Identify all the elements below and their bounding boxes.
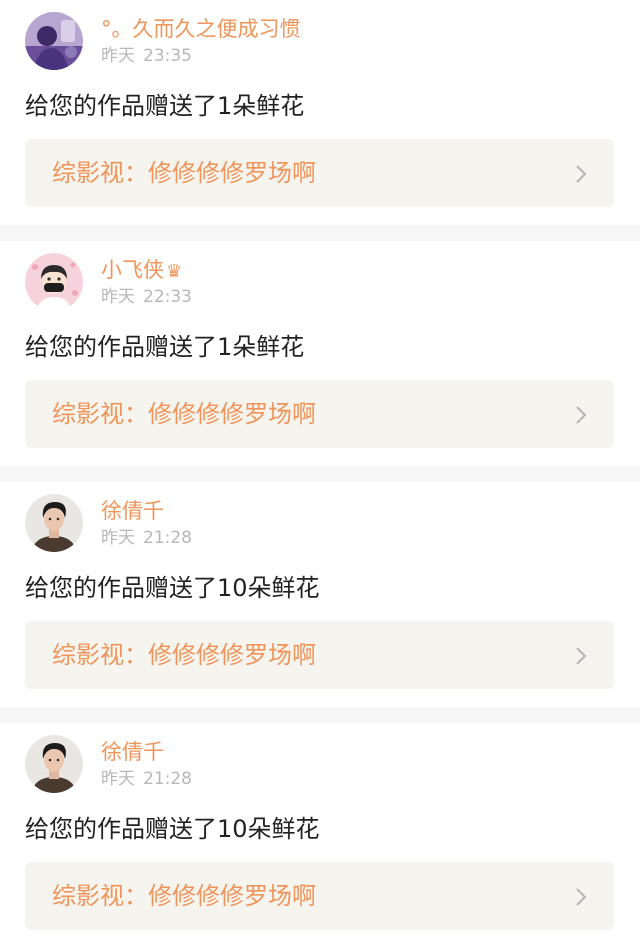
work-category: 综影视 <box>52 641 124 669</box>
gift-message: 给您的作品赠送了1朵鲜花 <box>25 333 305 361</box>
work-colon: ： <box>124 159 148 187</box>
card-divider <box>0 225 640 241</box>
avatar[interactable] <box>25 12 83 70</box>
timestamp-day: 昨天 <box>101 46 135 66</box>
work-text: 综影视：修修修修罗场啊 <box>52 157 316 189</box>
work-colon: ： <box>124 882 148 910</box>
card-divider <box>0 466 640 482</box>
work-colon: ： <box>124 400 148 428</box>
timestamp-time: 21:28 <box>143 769 192 789</box>
cartoon-masked-avatar-icon <box>25 253 83 311</box>
work-text: 综影视：修修修修罗场啊 <box>52 639 316 671</box>
work-title: 修修修修罗场啊 <box>148 641 316 669</box>
timestamp-day: 昨天 <box>101 769 135 789</box>
timestamp-time: 23:35 <box>143 46 192 66</box>
work-text: 综影视：修修修修罗场啊 <box>52 398 316 430</box>
work-category: 综影视 <box>52 400 124 428</box>
work-link[interactable]: 综影视：修修修修罗场啊 <box>25 380 614 448</box>
timestamp-time: 22:33 <box>143 287 192 307</box>
username[interactable]: 徐倩千 <box>101 497 166 525</box>
chevron-right-icon <box>576 888 587 906</box>
timestamp-day: 昨天 <box>101 287 135 307</box>
gift-message: 给您的作品赠送了10朵鲜花 <box>25 815 320 843</box>
username-text: 徐倩千 <box>101 740 164 764</box>
username[interactable]: °。久而久之便成习惯 <box>101 15 303 43</box>
notification-feed: °。久而久之便成习惯 昨天 23:35 给您的作品赠送了1朵鲜花 综影视：修修修修… <box>0 0 640 948</box>
work-category: 综影视 <box>52 882 124 910</box>
gift-message: 给您的作品赠送了10朵鲜花 <box>25 574 320 602</box>
username-text: 小飞侠 <box>101 258 164 282</box>
purple-photo-avatar-icon <box>25 12 83 70</box>
portrait-avatar-icon <box>25 735 83 793</box>
portrait-avatar-icon <box>25 494 83 552</box>
timestamp: 昨天 23:35 <box>101 45 192 67</box>
work-text: 综影视：修修修修罗场啊 <box>52 880 316 912</box>
notification-card: °。久而久之便成习惯 昨天 23:35 给您的作品赠送了1朵鲜花 综影视：修修修修… <box>0 0 640 225</box>
card-divider <box>0 707 640 723</box>
username[interactable]: 徐倩千 <box>101 738 166 766</box>
username-text: 徐倩千 <box>101 499 164 523</box>
work-category: 综影视 <box>52 159 124 187</box>
avatar[interactable] <box>25 494 83 552</box>
work-title: 修修修修罗场啊 <box>148 400 316 428</box>
timestamp: 昨天 21:28 <box>101 768 192 790</box>
work-colon: ： <box>124 641 148 669</box>
username-text: °。久而久之便成习惯 <box>101 17 301 41</box>
gift-message: 给您的作品赠送了1朵鲜花 <box>25 92 305 120</box>
chevron-right-icon <box>576 165 587 183</box>
avatar[interactable] <box>25 735 83 793</box>
notification-card: 徐倩千 昨天 21:28 给您的作品赠送了10朵鲜花 综影视：修修修修罗场啊 <box>0 723 640 948</box>
chevron-right-icon <box>576 406 587 424</box>
timestamp-day: 昨天 <box>101 528 135 548</box>
crown-icon: ♛ <box>166 261 183 282</box>
username[interactable]: 小飞侠 ♛ <box>101 256 182 286</box>
timestamp-time: 21:28 <box>143 528 192 548</box>
notification-card: 小飞侠 ♛ 昨天 22:33 给您的作品赠送了1朵鲜花 综影视：修修修修罗场啊 <box>0 241 640 466</box>
avatar[interactable] <box>25 253 83 311</box>
work-title: 修修修修罗场啊 <box>148 159 316 187</box>
work-link[interactable]: 综影视：修修修修罗场啊 <box>25 139 614 207</box>
work-link[interactable]: 综影视：修修修修罗场啊 <box>25 621 614 689</box>
timestamp: 昨天 22:33 <box>101 286 192 308</box>
notification-card: 徐倩千 昨天 21:28 给您的作品赠送了10朵鲜花 综影视：修修修修罗场啊 <box>0 482 640 707</box>
timestamp: 昨天 21:28 <box>101 527 192 549</box>
work-title: 修修修修罗场啊 <box>148 882 316 910</box>
chevron-right-icon <box>576 647 587 665</box>
work-link[interactable]: 综影视：修修修修罗场啊 <box>25 862 614 930</box>
